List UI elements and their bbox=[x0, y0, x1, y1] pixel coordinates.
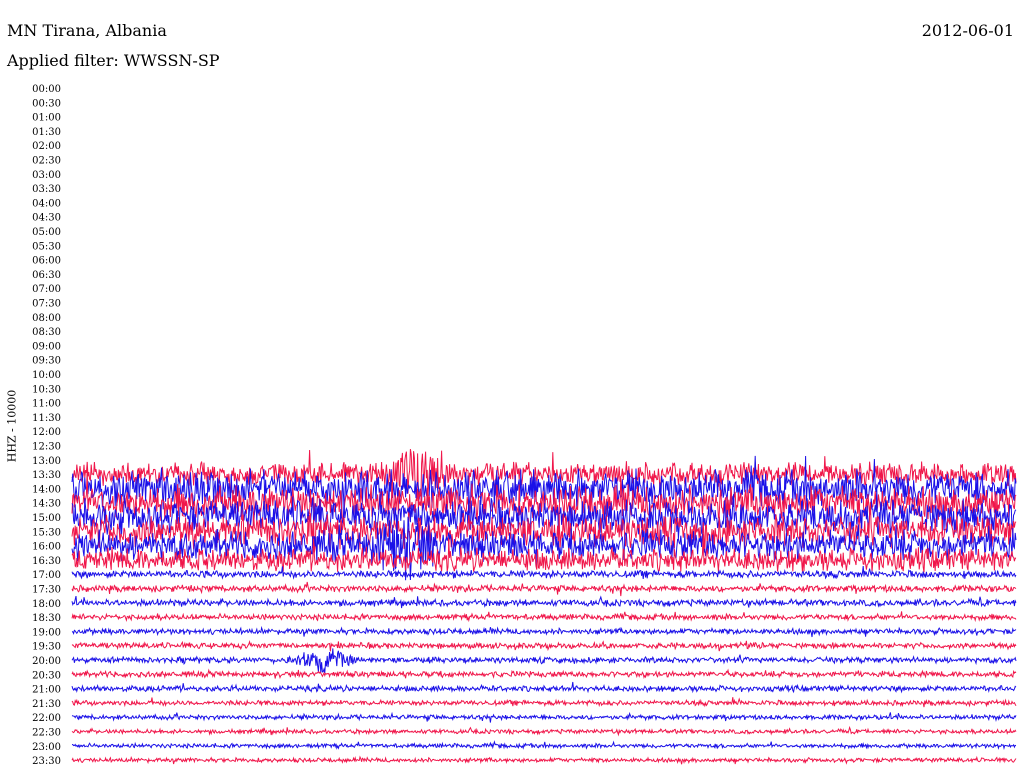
time-tick-label: 19:00 bbox=[32, 627, 61, 638]
trace-1830 bbox=[71, 611, 1017, 623]
seismogram-traces bbox=[71, 449, 1017, 765]
time-tick-label: 20:30 bbox=[32, 670, 61, 681]
time-tick-label: 07:30 bbox=[32, 299, 61, 310]
time-tick-label: 11:00 bbox=[32, 399, 61, 410]
time-tick-label: 15:00 bbox=[32, 513, 61, 524]
trace-2130 bbox=[71, 697, 1017, 708]
time-tick-label: 06:30 bbox=[32, 270, 61, 281]
trace-2100 bbox=[71, 681, 1017, 694]
trace-2030 bbox=[71, 668, 1017, 680]
time-tick-label: 18:00 bbox=[32, 599, 61, 610]
time-tick-label: 02:00 bbox=[32, 141, 61, 152]
trace-1800 bbox=[71, 595, 1017, 609]
time-tick-label: 12:00 bbox=[32, 427, 61, 438]
time-tick-label: 21:00 bbox=[32, 685, 61, 696]
time-tick-label: 08:30 bbox=[32, 327, 61, 338]
time-tick-label: 05:00 bbox=[32, 227, 61, 238]
time-tick-label: 13:30 bbox=[32, 470, 61, 481]
trace-1700 bbox=[71, 565, 1017, 580]
trace-2330 bbox=[71, 755, 1017, 765]
trace-2300 bbox=[71, 740, 1017, 750]
time-tick-label: 09:30 bbox=[32, 356, 61, 367]
time-tick-label: 13:00 bbox=[32, 456, 61, 467]
time-tick-label: 20:00 bbox=[32, 656, 61, 667]
time-tick-label: 07:00 bbox=[32, 284, 61, 295]
time-tick-label: 18:30 bbox=[32, 613, 61, 624]
time-tick-label: 05:30 bbox=[32, 241, 61, 252]
time-tick-label: 03:30 bbox=[32, 184, 61, 195]
time-tick-label: 17:30 bbox=[32, 585, 61, 596]
time-tick-label: 21:30 bbox=[32, 699, 61, 710]
trace-1930 bbox=[71, 640, 1017, 652]
time-tick-label: 14:30 bbox=[32, 499, 61, 510]
time-tick-label: 14:00 bbox=[32, 484, 61, 495]
time-tick-label: 10:00 bbox=[32, 370, 61, 381]
trace-1900 bbox=[71, 625, 1017, 638]
time-tick-label: 01:30 bbox=[32, 127, 61, 138]
time-tick-label: 19:30 bbox=[32, 642, 61, 653]
trace-2230 bbox=[71, 725, 1017, 737]
time-tick-label: 23:00 bbox=[32, 742, 61, 753]
time-tick-label: 23:30 bbox=[32, 756, 61, 767]
trace-1730 bbox=[71, 581, 1017, 597]
time-tick-label: 09:00 bbox=[32, 341, 61, 352]
time-tick-label: 17:00 bbox=[32, 570, 61, 581]
time-tick-label: 04:00 bbox=[32, 198, 61, 209]
time-tick-label: 16:30 bbox=[32, 556, 61, 567]
time-tick-labels: 00:00 00:30 01:00 01:30 02:00 02:30 03:00 03:30… bbox=[32, 84, 61, 767]
time-tick-label: 02:30 bbox=[32, 156, 61, 167]
time-tick-label: 10:30 bbox=[32, 384, 61, 395]
trace-2000 bbox=[71, 648, 1017, 674]
time-tick-label: 22:30 bbox=[32, 728, 61, 739]
helicorder-plot: 00:00 00:30 01:00 01:30 02:00 02:30 03:00 03:30… bbox=[32, 84, 1017, 767]
time-tick-label: 00:30 bbox=[32, 98, 61, 109]
time-tick-label: 08:00 bbox=[32, 313, 61, 324]
time-tick-label: 06:00 bbox=[32, 256, 61, 267]
time-tick-label: 22:00 bbox=[32, 713, 61, 724]
time-tick-label: 03:00 bbox=[32, 170, 61, 181]
time-tick-label: 12:30 bbox=[32, 442, 61, 453]
time-tick-label: 16:00 bbox=[32, 542, 61, 553]
time-tick-label: 04:30 bbox=[32, 213, 61, 224]
time-tick-label: 01:00 bbox=[32, 113, 61, 124]
time-tick-label: 00:00 bbox=[32, 84, 61, 95]
time-tick-label: 15:30 bbox=[32, 527, 61, 538]
time-tick-label: 11:30 bbox=[32, 413, 61, 424]
trace-2200 bbox=[71, 711, 1017, 723]
